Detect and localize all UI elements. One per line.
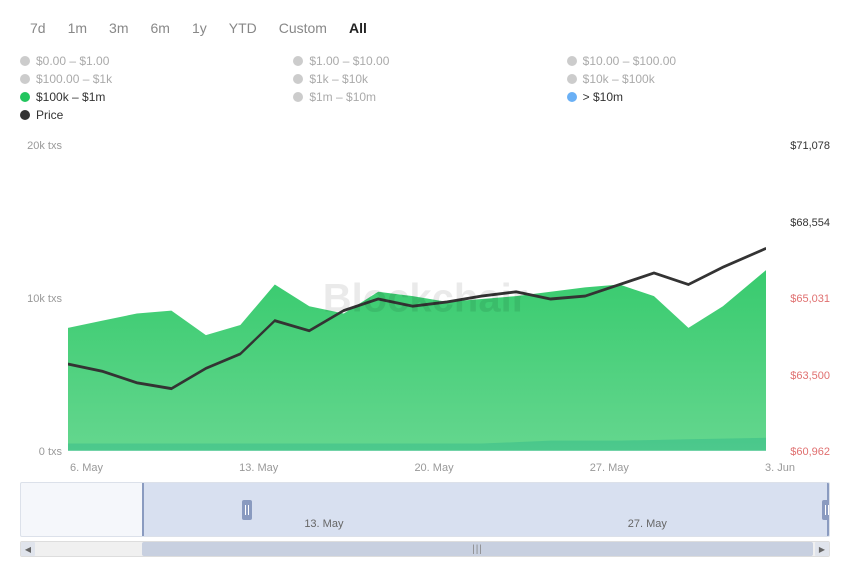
legend-dot <box>567 74 577 84</box>
legend-label: $10k – $100k <box>583 72 655 86</box>
legend-label: $0.00 – $1.00 <box>36 54 109 68</box>
legend-dot <box>20 74 30 84</box>
time-btn-all[interactable]: All <box>339 16 377 40</box>
legend-dot <box>567 56 577 66</box>
legend-dot <box>293 92 303 102</box>
legend-item: $0.00 – $1.00 <box>20 54 283 68</box>
y-axis-right: $71,078 $68,554 $65,031 $63,500 $60,962 <box>766 140 830 458</box>
y-label-right: $63,500 <box>772 370 830 382</box>
x-label: 27. May <box>590 462 629 474</box>
scrollbar-thumb[interactable]: ||| <box>142 542 813 556</box>
legend-dot <box>20 110 30 120</box>
legend-item: $1k – $10k <box>293 72 556 86</box>
time-btn-custom[interactable]: Custom <box>269 16 337 40</box>
y-label-right: $65,031 <box>772 293 830 305</box>
scrollbar-thumb-handle: ||| <box>472 544 483 555</box>
scroll-left-arrow[interactable]: ◀ <box>21 542 35 556</box>
legend-label: $100.00 – $1k <box>36 72 112 86</box>
y-label-left: 10k txs <box>20 293 62 305</box>
x-label: 13. May <box>239 462 278 474</box>
y-label-right: $71,078 <box>772 140 830 152</box>
green-area <box>68 270 766 451</box>
time-btn-7d[interactable]: 7d <box>20 16 56 40</box>
chart-legend: $0.00 – $1.00 $1.00 – $10.00 $10.00 – $100… <box>20 54 830 122</box>
x-label: 3. Jun <box>765 462 795 474</box>
nav-labels: 13. May 27. May <box>142 518 829 530</box>
legend-item: > $10m <box>567 90 830 104</box>
legend-dot <box>567 92 577 102</box>
time-btn-1y[interactable]: 1y <box>182 16 217 40</box>
nav-label: 27. May <box>628 518 667 530</box>
legend-label: > $10m <box>583 90 623 104</box>
x-label: 20. May <box>414 462 453 474</box>
legend-label: $10.00 – $100.00 <box>583 54 676 68</box>
legend-item: Price <box>20 108 283 122</box>
navigator-handle-right[interactable] <box>822 500 830 520</box>
y-label-left: 0 txs <box>20 446 62 458</box>
legend-label: $1.00 – $10.00 <box>309 54 389 68</box>
y-label-right: $60,962 <box>772 446 830 458</box>
x-label: 6. May <box>70 462 103 474</box>
y-label-left: 20k txs <box>20 140 62 152</box>
scrollbar[interactable]: ◀ ||| ▶ <box>20 541 830 557</box>
time-btn-3m[interactable]: 3m <box>99 16 138 40</box>
legend-item: $1.00 – $10.00 <box>293 54 556 68</box>
scroll-right-arrow[interactable]: ▶ <box>815 542 829 556</box>
legend-label: Price <box>36 108 63 122</box>
legend-item: $10.00 – $100.00 <box>567 54 830 68</box>
navigator-handle-left[interactable] <box>242 500 252 520</box>
legend-item: $10k – $100k <box>567 72 830 86</box>
time-btn-6m[interactable]: 6m <box>140 16 179 40</box>
legend-item: $1m – $10m <box>293 90 556 104</box>
nav-label: 13. May <box>304 518 343 530</box>
chart-svg <box>68 140 766 458</box>
time-btn-1m[interactable]: 1m <box>58 16 97 40</box>
y-label-right: $68,554 <box>772 217 830 229</box>
legend-label: $1k – $10k <box>309 72 368 86</box>
legend-label: $1m – $10m <box>309 90 376 104</box>
legend-dot <box>293 56 303 66</box>
legend-item: $100k – $1m <box>20 90 283 104</box>
legend-dot <box>293 74 303 84</box>
navigator[interactable]: 13. May 27. May <box>20 482 830 537</box>
legend-dot <box>20 92 30 102</box>
x-axis: 6. May 13. May 20. May 27. May 3. Jun <box>20 458 830 474</box>
legend-label: $100k – $1m <box>36 90 105 104</box>
time-range-selector: 7d1m3m6m1yYTDCustomAll <box>20 16 830 40</box>
legend-dot <box>20 56 30 66</box>
legend-item: $100.00 – $1k <box>20 72 283 86</box>
time-btn-ytd[interactable]: YTD <box>219 16 267 40</box>
main-container: 7d1m3m6m1yYTDCustomAll $0.00 – $1.00 $1.0… <box>0 0 850 567</box>
chart-wrapper: 20k txs 10k txs 0 txs $71,078 $68,554 $65,03… <box>20 140 830 458</box>
y-axis-left: 20k txs 10k txs 0 txs <box>20 140 68 458</box>
